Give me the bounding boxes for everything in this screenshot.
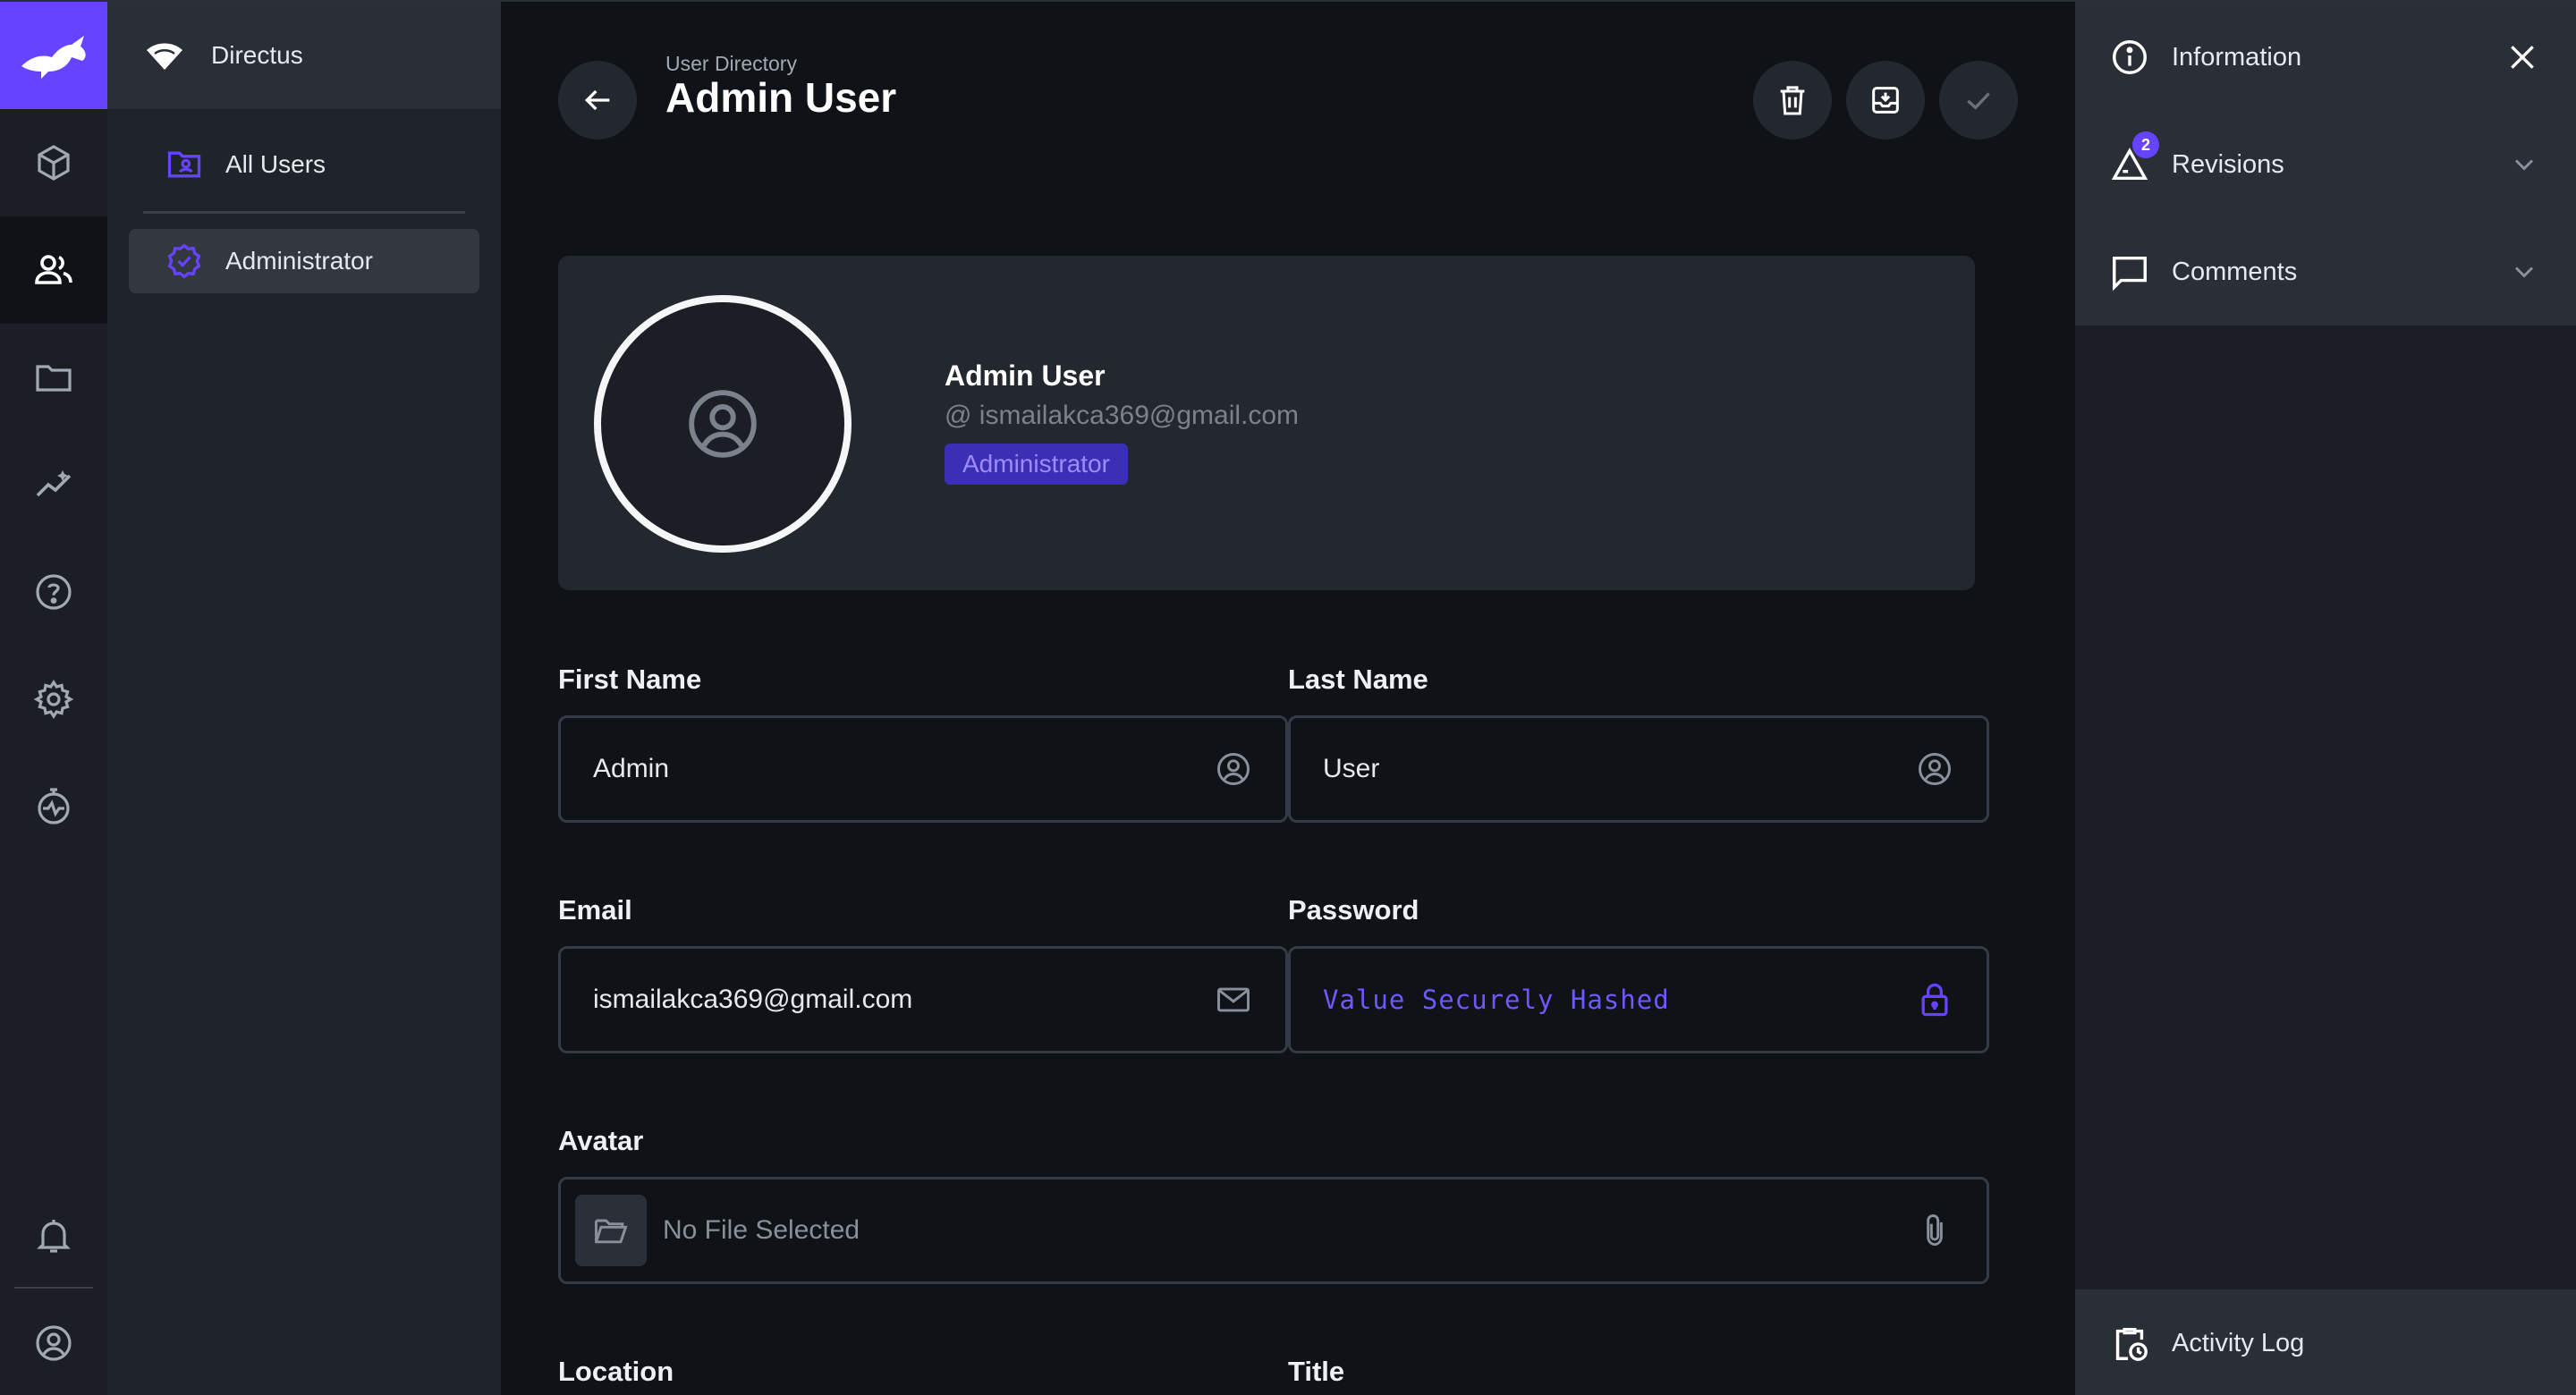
sidebar: Information 2 Revisions Comments Activit…: [2075, 2, 2576, 1395]
folder-user-icon: [167, 151, 201, 178]
sidebar-information[interactable]: Information: [2075, 4, 2576, 111]
module-bar: [0, 2, 107, 1395]
sidebar-information-label: Information: [2172, 42, 2302, 72]
password-label: Password: [1288, 894, 1419, 926]
module-files[interactable]: [0, 324, 107, 431]
profile-name: Admin User: [945, 359, 1106, 392]
gear-icon: [33, 680, 74, 719]
password-field[interactable]: Value Securely Hashed: [1288, 946, 1989, 1053]
main-content: User Directory Admin User Admin User @ i…: [501, 2, 2075, 1395]
nav-divider: [143, 211, 465, 214]
archive-icon: [1872, 87, 1899, 114]
folder-icon: [36, 365, 72, 392]
user-menu-button[interactable]: [0, 1289, 107, 1395]
chevron-down-icon: [2514, 266, 2534, 278]
module-insights[interactable]: [0, 431, 107, 538]
file-preview: [575, 1195, 647, 1266]
close-icon[interactable]: [2504, 39, 2540, 75]
sidebar-comments-label: Comments: [2172, 257, 2298, 286]
users-icon: [35, 255, 72, 284]
last-name-label: Last Name: [1288, 664, 1428, 695]
profile-card: Admin User @ ismailakca369@gmail.com Adm…: [558, 256, 1975, 590]
last-name-value: User: [1323, 754, 1380, 783]
first-name-field[interactable]: Admin: [558, 715, 1288, 823]
activity-log-label: Activity Log: [2172, 1328, 2305, 1357]
wifi-icon: [147, 43, 182, 70]
project-name: Directus: [211, 41, 303, 69]
title-label: Title: [1288, 1356, 1345, 1387]
module-settings[interactable]: [0, 646, 107, 753]
account-icon: [36, 1325, 72, 1361]
navigation-pane: Directus All Users Administrator: [107, 2, 501, 1395]
activity-log-button[interactable]: Activity Log: [2075, 1289, 2576, 1395]
avatar[interactable]: [594, 295, 852, 553]
revisions-count-badge: 2: [2132, 131, 2159, 158]
trash-icon: [1780, 86, 1805, 115]
back-button[interactable]: [558, 61, 637, 140]
module-users[interactable]: [0, 216, 107, 324]
app-window: Directus All Users Administrator User Di…: [0, 0, 2576, 1395]
first-name-label: First Name: [558, 664, 702, 695]
email-value: ismailakca369@gmail.com: [593, 985, 913, 1014]
module-activity[interactable]: [0, 753, 107, 860]
mail-icon: [1217, 987, 1250, 1012]
password-value: Value Securely Hashed: [1323, 985, 1670, 1015]
page-title: Admin User: [665, 74, 897, 121]
help-icon: [36, 574, 72, 610]
breadcrumb[interactable]: User Directory: [665, 52, 797, 76]
folder-open-icon: [595, 1219, 628, 1244]
module-help[interactable]: [0, 538, 107, 646]
delete-button[interactable]: [1753, 61, 1832, 140]
comment-icon: [2113, 256, 2147, 292]
clipboard-clock-icon: [2115, 1327, 2148, 1361]
nav-item-all-users[interactable]: All Users: [129, 132, 479, 197]
avatar-file-field[interactable]: No File Selected: [558, 1177, 1989, 1284]
account-icon: [1919, 753, 1951, 785]
email-field[interactable]: ismailakca369@gmail.com: [558, 946, 1288, 1053]
location-label: Location: [558, 1356, 674, 1387]
box-icon: [38, 145, 70, 181]
nav-item-label: All Users: [225, 150, 326, 178]
revisions-icon-wrapper: 2: [2109, 131, 2159, 185]
arrow-left-icon: [584, 89, 610, 111]
role-badge: Administrator: [945, 444, 1128, 485]
sidebar-comments[interactable]: Comments: [2075, 218, 2576, 326]
account-icon: [689, 390, 757, 458]
activity-icon: [38, 788, 70, 824]
avatar-label: Avatar: [558, 1125, 644, 1156]
module-divider: [14, 1287, 93, 1289]
save-button[interactable]: [1939, 61, 2018, 140]
verified-badge-icon: [167, 243, 201, 279]
chevron-down-icon: [2514, 159, 2534, 171]
sidebar-revisions-label: Revisions: [2172, 149, 2284, 179]
paperclip-icon: [1927, 1214, 1943, 1247]
check-icon: [1967, 92, 1990, 110]
account-icon: [1217, 753, 1250, 785]
module-content[interactable]: [0, 109, 107, 216]
first-name-value: Admin: [593, 754, 670, 783]
project-header[interactable]: Directus: [107, 2, 501, 109]
last-name-field[interactable]: User: [1288, 715, 1989, 823]
rabbit-logo-icon: [21, 36, 86, 79]
lock-icon: [1921, 983, 1948, 1017]
sidebar-revisions[interactable]: 2 Revisions: [2075, 111, 2576, 218]
bell-icon: [37, 1220, 71, 1253]
notifications-button[interactable]: [0, 1182, 107, 1289]
archive-button[interactable]: [1846, 61, 1925, 140]
avatar-placeholder: No File Selected: [663, 1215, 860, 1245]
nav-item-label: Administrator: [225, 247, 373, 275]
email-label: Email: [558, 894, 632, 926]
profile-email: @ ismailakca369@gmail.com: [945, 401, 1300, 430]
directus-logo[interactable]: [0, 2, 107, 109]
nav-item-administrator[interactable]: Administrator: [129, 229, 479, 293]
insights-icon: [36, 470, 72, 497]
info-icon: [2113, 40, 2147, 74]
